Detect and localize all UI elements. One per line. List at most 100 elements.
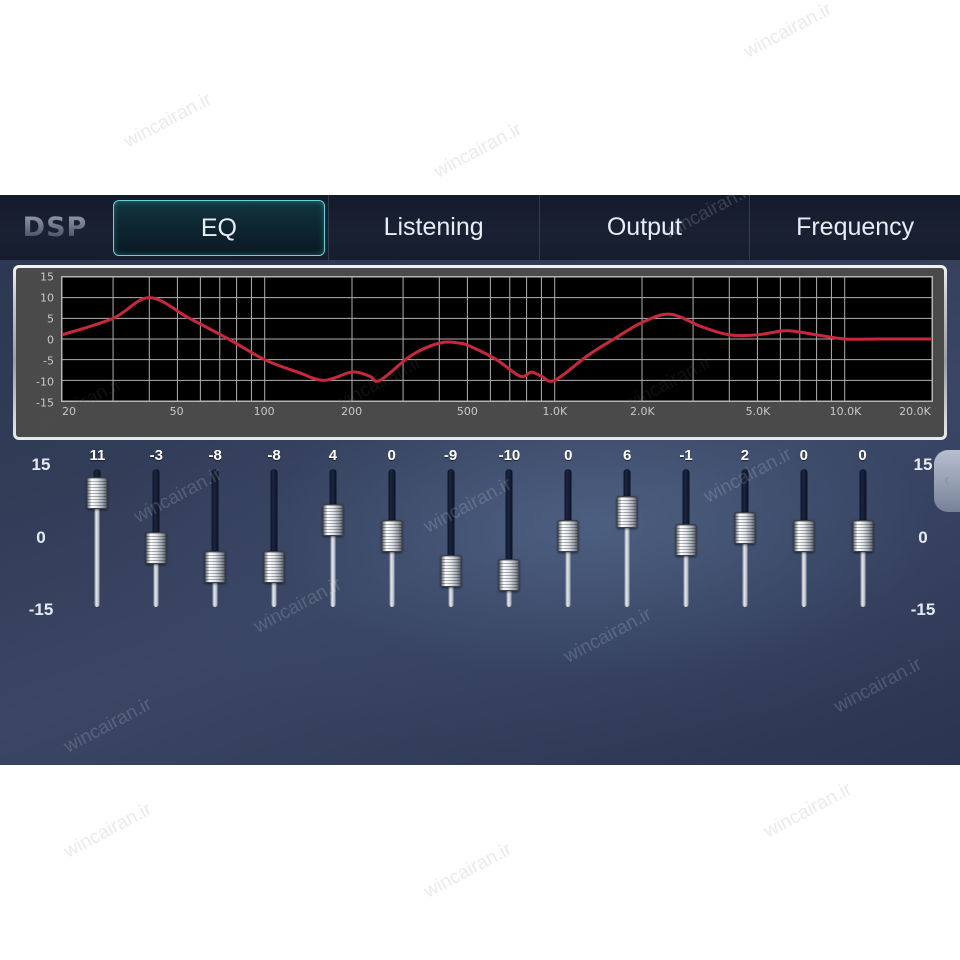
band-gain-slider[interactable] xyxy=(732,469,758,607)
watermark: wincairan.ir xyxy=(120,88,216,153)
gain-scale-left: 15 0 -15 xyxy=(18,455,64,619)
tab-listening-label: Listening xyxy=(383,213,484,241)
slider-thumb[interactable] xyxy=(793,520,815,552)
graph-x-tick: 20 xyxy=(62,405,76,418)
graph-x-tick: 10.0K xyxy=(829,405,862,418)
graph-x-tick: 20.0K xyxy=(899,405,931,418)
eq-band: 0 xyxy=(833,445,892,625)
band-gain-value: -10 xyxy=(498,447,521,464)
eq-band: -8 xyxy=(186,445,245,625)
eq-band: 0 xyxy=(774,445,833,625)
eq-response-graph[interactable]: 15 10 5 0 -5 -10 -15 20 50 100 200 500 1.0K 2.0K 5.0K… xyxy=(13,265,947,440)
dsp-logo: DSP xyxy=(0,195,110,260)
band-gain-value: 0 xyxy=(387,447,396,464)
scale-left-bottom: -15 xyxy=(28,600,54,619)
graph-x-tick: 500 xyxy=(456,405,478,418)
scale-left-mid: 0 xyxy=(36,527,46,547)
graph-y-tick: 5 xyxy=(47,312,54,326)
graph-x-tick: 1.0K xyxy=(542,405,568,418)
band-gain-value: -9 xyxy=(443,447,458,464)
graph-y-tick: -5 xyxy=(43,354,54,368)
band-gain-slider[interactable] xyxy=(438,469,464,607)
eq-band: -10 xyxy=(480,445,539,625)
band-gain-slider[interactable] xyxy=(143,469,169,607)
slider-track-lower xyxy=(94,494,100,607)
band-list: 11 -3 -8 -8 4 0 -9 -10 0 6 -1 2 0 0 xyxy=(68,445,892,625)
watermark: wincairan.ir xyxy=(760,778,856,843)
tab-frequency-label: Frequency xyxy=(796,213,915,241)
band-gain-value: 4 xyxy=(328,447,338,464)
tab-list: EQ Listening Output Frequency xyxy=(110,195,960,260)
band-gain-value: 0 xyxy=(858,447,867,464)
scale-right-mid: 0 xyxy=(918,527,928,547)
band-gain-slider[interactable] xyxy=(555,469,581,607)
band-gain-value: -8 xyxy=(267,447,281,464)
graph-y-tick: -10 xyxy=(36,375,54,389)
chevron-left-icon: ‹ xyxy=(943,470,951,491)
screenshot-root: wincairan.ir wincairan.ir wincairan.ir w… xyxy=(0,0,960,960)
tab-bar: DSP EQ Listening Output Frequency xyxy=(0,195,960,260)
tab-output[interactable]: Output xyxy=(538,195,750,260)
slider-thumb[interactable] xyxy=(204,551,226,584)
graph-y-tick: -15 xyxy=(36,396,54,410)
panel-collapse-handle[interactable]: ‹ xyxy=(934,450,960,512)
slider-track-upper xyxy=(447,469,455,570)
slider-thumb[interactable] xyxy=(675,523,697,556)
band-gain-value: 2 xyxy=(740,447,750,464)
band-slider-area: 15 0 -15 15 0 -15 11 -3 -8 -8 4 0 -9 -10 0 6 -1 2 0 0 xyxy=(0,445,960,625)
slider-thumb[interactable] xyxy=(145,531,167,564)
band-gain-value: 0 xyxy=(799,447,808,464)
band-gain-slider[interactable] xyxy=(379,469,405,607)
tab-eq-label: EQ xyxy=(200,213,237,242)
band-gain-value: 0 xyxy=(564,447,573,464)
graph-x-tick: 100 xyxy=(253,405,275,418)
band-gain-slider[interactable] xyxy=(202,469,228,607)
band-gain-slider[interactable] xyxy=(791,469,817,607)
watermark: wincairan.ir xyxy=(740,0,836,63)
band-gain-value: 6 xyxy=(622,447,632,464)
eq-band: -9 xyxy=(421,445,480,625)
slider-thumb[interactable] xyxy=(440,555,462,588)
dsp-logo-text: DSP xyxy=(22,212,88,243)
graph-x-axis: 20 50 100 200 500 1.0K 2.0K 5.0K 10.0K 20.0K xyxy=(61,405,933,425)
band-gain-slider[interactable] xyxy=(673,469,699,607)
graph-x-tick: 200 xyxy=(341,405,363,418)
dsp-app-window: DSP EQ Listening Output Frequency 15 10 … xyxy=(0,195,960,765)
eq-band: -3 xyxy=(127,445,186,625)
eq-band: -8 xyxy=(245,445,304,625)
tab-output-label: Output xyxy=(606,213,682,241)
slider-thumb[interactable] xyxy=(852,520,874,552)
band-gain-slider[interactable] xyxy=(84,469,110,607)
tab-frequency[interactable]: Frequency xyxy=(749,195,960,260)
scale-right-bottom: -15 xyxy=(910,600,936,619)
scale-left-top: 15 xyxy=(31,455,51,474)
eq-band: 11 xyxy=(68,445,127,625)
slider-thumb[interactable] xyxy=(557,520,579,552)
slider-thumb[interactable] xyxy=(381,520,403,552)
watermark: wincairan.ir xyxy=(60,798,156,863)
slider-thumb[interactable] xyxy=(263,551,285,584)
slider-thumb[interactable] xyxy=(86,476,108,509)
watermark: wincairan.ir xyxy=(830,653,926,718)
tab-eq[interactable]: EQ xyxy=(113,200,325,256)
graph-y-tick: 10 xyxy=(40,291,54,305)
eq-band: 4 xyxy=(303,445,362,625)
band-gain-slider[interactable] xyxy=(614,469,640,607)
band-gain-value: -1 xyxy=(679,447,693,464)
slider-thumb[interactable] xyxy=(734,512,756,545)
eq-band: 2 xyxy=(715,445,774,625)
slider-thumb[interactable] xyxy=(616,496,638,529)
watermark: wincairan.ir xyxy=(60,693,156,758)
band-gain-value: -8 xyxy=(208,447,222,464)
band-gain-slider[interactable] xyxy=(850,469,876,607)
band-gain-slider[interactable] xyxy=(496,469,522,607)
graph-inner-panel: 15 10 5 0 -5 -10 -15 20 50 100 200 500 1.0K 2.0K 5.0K… xyxy=(16,268,944,437)
graph-plot-area[interactable] xyxy=(61,276,933,402)
tab-listening[interactable]: Listening xyxy=(327,195,539,260)
graph-y-axis: 15 10 5 0 -5 -10 -15 xyxy=(16,271,58,410)
band-gain-slider[interactable] xyxy=(261,469,287,607)
graph-x-tick: 5.0K xyxy=(745,405,771,418)
slider-thumb[interactable] xyxy=(322,504,344,537)
slider-thumb[interactable] xyxy=(498,559,520,592)
band-gain-slider[interactable] xyxy=(320,469,346,607)
